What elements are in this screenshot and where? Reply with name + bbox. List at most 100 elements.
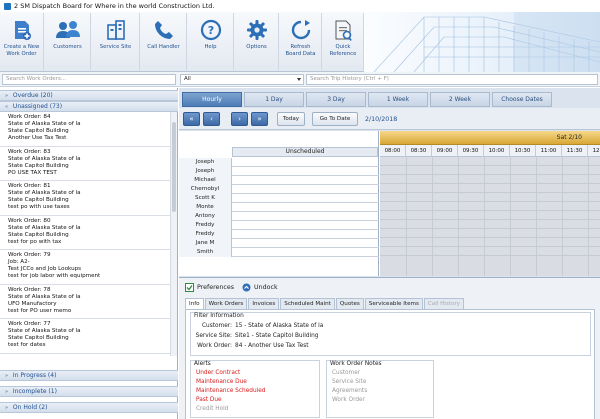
timeline-row[interactable] — [380, 247, 600, 256]
resource-row[interactable]: Antony — [179, 212, 379, 221]
tab-choose-dates[interactable]: Choose Dates — [492, 92, 552, 107]
group-overdue[interactable]: » Overdue (20) — [0, 90, 178, 101]
timeline-row[interactable] — [380, 220, 600, 229]
search-trip-history-input[interactable]: Search Trip History (Ctrl + F) — [306, 74, 598, 85]
timeline-row[interactable] — [380, 229, 600, 238]
refresh-board-data-button[interactable]: Refresh Board Data — [280, 13, 322, 70]
note-item[interactable]: Service Site — [332, 379, 366, 385]
resource-row[interactable]: Chernobyl — [179, 185, 379, 194]
work-order-line: State of Alaska State of la — [8, 224, 81, 231]
call-handler-button[interactable]: Call Handler — [141, 13, 187, 70]
options-label: Options — [246, 44, 267, 50]
work-order-card[interactable]: Work Order: 83 State of Alaska State of l… — [0, 147, 170, 181]
group-in-progress[interactable]: » In Progress (4) — [0, 370, 178, 381]
first-page-button[interactable]: « — [183, 112, 200, 126]
work-order-card[interactable]: Work Order: 76 — [0, 354, 170, 357]
previous-button[interactable]: ‹ — [203, 112, 220, 126]
tab-hourly[interactable]: Hourly — [182, 92, 242, 107]
today-button[interactable]: Today — [277, 112, 305, 126]
work-order-line: Work Order: 76 — [8, 356, 170, 357]
work-order-card[interactable]: Work Order: 79 Job: A2- Test JCCo and Job … — [0, 250, 170, 285]
time-slot-label: 10:00 — [484, 145, 510, 157]
work-order-line: State Capitol Building — [8, 231, 69, 238]
resource-row[interactable]: Joseph — [179, 158, 379, 167]
tab-invoices[interactable]: Invoices — [248, 298, 280, 309]
time-gridline — [588, 157, 589, 276]
timeline-row[interactable] — [380, 202, 600, 211]
work-order-list-scrollbar[interactable] — [170, 112, 177, 356]
group-on-hold[interactable]: » On Hold (2) — [0, 402, 178, 413]
timeline-row[interactable] — [380, 238, 600, 247]
last-page-button[interactable]: » — [251, 112, 268, 126]
tab-1-day[interactable]: 1 Day — [244, 92, 304, 107]
options-button[interactable]: Options — [235, 13, 279, 70]
resource-row[interactable]: Monte — [179, 203, 379, 212]
work-order-line: test for job labor with equipment — [8, 273, 101, 279]
resource-row[interactable]: Freddy — [179, 221, 379, 230]
group-overdue-label: Overdue (20) — [12, 92, 53, 99]
schedule-grid: Unscheduled Joseph Joseph Michael Chernobyl… — [179, 131, 600, 276]
work-order-card[interactable]: Work Order: 80 State of Alaska State of l… — [0, 216, 170, 250]
work-order-line: Work Order: 77 — [8, 321, 51, 327]
time-slot-label: 11:30 — [562, 145, 588, 157]
work-order-card[interactable]: Work Order: 77 State of Alaska State of l… — [0, 319, 170, 354]
quick-reference-button[interactable]: Quick Reference — [323, 13, 364, 70]
time-slot-label: 09:00 — [432, 145, 458, 157]
timeline-row[interactable] — [380, 184, 600, 193]
work-order-line: State Capitol Building — [8, 162, 69, 169]
timeline-row[interactable] — [380, 211, 600, 220]
unassigned-work-order-list: Work Order: 84 State of Alaska State of l… — [0, 112, 170, 356]
window-title: 2 SM Dispatch Board for Where in the wor… — [14, 2, 215, 10]
work-order-filter-select[interactable]: All — [180, 74, 304, 85]
group-unassigned[interactable]: « Unassigned (73) — [0, 101, 178, 112]
search-work-orders-input[interactable]: Search Work Orders... — [2, 74, 176, 85]
refresh-board-data-label: Refresh Board Data — [285, 44, 316, 57]
quick-reference-icon — [335, 20, 352, 41]
filter-field-value: 84 - Another Use Tax Test — [235, 343, 309, 349]
note-item[interactable]: Work Order — [332, 397, 365, 403]
scrollbar-thumb[interactable] — [172, 122, 176, 212]
tab-info[interactable]: Info — [185, 298, 204, 309]
timeline-row[interactable] — [380, 193, 600, 202]
note-item[interactable]: Agreements — [332, 388, 367, 394]
preferences-button[interactable]: Preferences — [185, 282, 234, 292]
work-order-card[interactable]: Work Order: 84 State of Alaska State of l… — [0, 112, 170, 147]
app-icon — [4, 2, 11, 10]
tab-work-orders[interactable]: Work Orders — [204, 298, 248, 309]
next-button[interactable]: › — [231, 112, 248, 126]
resource-row[interactable]: Joseph — [179, 167, 379, 176]
service-site-button[interactable]: Service Site — [92, 13, 140, 70]
time-gridline — [406, 157, 407, 276]
resource-name: Chernobyl — [179, 185, 232, 194]
resource-name: Jane M — [179, 239, 232, 248]
note-item[interactable]: Customer — [332, 370, 360, 376]
help-button[interactable]: ? Help — [188, 13, 234, 70]
resource-row[interactable]: Smith — [179, 248, 379, 257]
resource-name: Freddy — [179, 221, 232, 230]
filter-field-key: Service Site: — [195, 333, 232, 339]
tab-1-week[interactable]: 1 Week — [368, 92, 428, 107]
timeline-row[interactable] — [380, 175, 600, 184]
tab-2-week[interactable]: 2 Week — [430, 92, 490, 107]
resource-row[interactable]: Freddy — [179, 230, 379, 239]
resource-row[interactable]: Michael — [179, 176, 379, 185]
group-incomplete[interactable]: » Incomplete (1) — [0, 386, 178, 397]
tab-serviceable-items[interactable]: Serviceable Items — [364, 298, 423, 309]
tab-quotes[interactable]: Quotes — [335, 298, 364, 309]
work-order-card[interactable]: Work Order: 81 State of Alaska State of l… — [0, 181, 170, 216]
resource-row[interactable]: Jane M — [179, 239, 379, 248]
resource-row[interactable]: Scott K — [179, 194, 379, 203]
tab-scheduled-maint[interactable]: Scheduled Maint — [280, 298, 335, 309]
create-work-order-button[interactable]: Create a New Work Order — [0, 13, 44, 70]
go-to-date-button[interactable]: Go To Date — [312, 112, 358, 126]
timeline-row[interactable] — [380, 166, 600, 175]
work-order-line: test for po with tax — [8, 238, 62, 245]
filter-field-value: 15 - State of Alaska State of la — [235, 323, 324, 329]
work-order-card[interactable]: Work Order: 78 State of Alaska State of l… — [0, 285, 170, 319]
customers-button[interactable]: Customers — [45, 13, 91, 70]
timeline-row[interactable] — [380, 157, 600, 166]
tab-3-day[interactable]: 3 Day — [306, 92, 366, 107]
undock-button[interactable]: Undock — [242, 283, 278, 292]
filter-field-key: Customer: — [201, 323, 232, 329]
work-order-line: State Capitol Building — [8, 197, 69, 203]
